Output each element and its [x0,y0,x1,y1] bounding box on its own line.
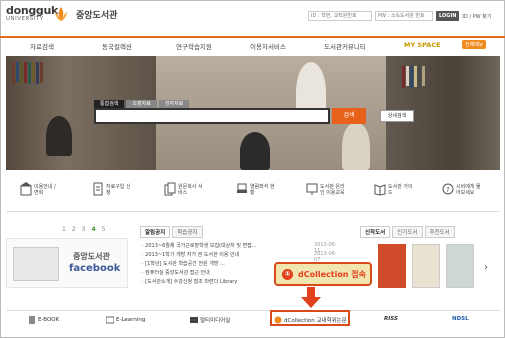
login-bar: ID : 학번, 교직원번호 PW : 소속도서관 번호 LOGIN ID / … [308,10,491,22]
callout-text: dCollection 접속 [298,270,367,279]
chat-icon: ? [442,183,454,195]
link-riss[interactable]: RISS [384,316,398,322]
quick-menu: 이용안내 / 면회 자료구입 신청 원문복사 서비스 열람좌석 현황 도서관 온… [6,176,500,212]
tab-study-notice[interactable]: 학습공지 [172,226,203,238]
ebook-icon [29,316,35,324]
page-4[interactable]: 4 [91,226,95,233]
book-row [12,62,43,84]
tab-integrated-search[interactable]: 통합검색 [94,100,125,108]
link-multimedia[interactable]: 멀티미디어실 [190,316,230,324]
facebook-banner-title: 중앙도서관 [73,252,110,261]
quick-item-copy[interactable]: 원문복사 서비스 [164,180,204,210]
quick-item-education[interactable]: 도서관 온라인 이용교육 [306,180,346,210]
library-name: 중앙도서관 [76,11,118,21]
book-tabs: 신작도서 인기도서 추천도서 [360,226,455,238]
tab-e-resources[interactable]: 전자자료 [158,100,190,108]
quick-item-purchase[interactable]: 자료구입 신청 [92,180,132,210]
link-ndsl[interactable]: NDSL [452,316,469,322]
nav-item-community[interactable]: 도서관커뮤니티 [324,41,366,51]
page-5[interactable]: 5 [102,226,106,233]
nav-item-collection[interactable]: 동국컬렉션 [102,41,132,51]
quick-item-library-guide[interactable]: 도서관 가이드 [374,180,414,210]
tab-notice[interactable]: 알림공지 [140,226,171,238]
find-id-pw-link[interactable]: ID / PW 찾기 [462,13,491,20]
quick-item-guide[interactable]: 이용안내 / 면회 [20,180,60,210]
nav-item-my-space[interactable]: MY SPACE [404,41,441,49]
page-2[interactable]: 2 [72,226,76,233]
lotus-logo-icon [55,7,67,21]
notice-tabs: 알림공지 학습공지 [140,226,203,238]
page-3[interactable]: 3 [82,226,86,233]
student-figure [240,132,270,170]
quick-item-seats[interactable]: 열람좌석 현황 [236,180,276,210]
tab-new-books[interactable]: 신작도서 [360,226,391,238]
tab-recommended-books[interactable]: 추천도서 [424,226,455,238]
password-input[interactable]: PW : 소속도서관 번호 [375,11,433,21]
logo-sub: UNIVERSITY [6,16,44,22]
link-elearning[interactable]: E-Learning [106,316,145,324]
svg-text:?: ? [446,186,450,194]
quick-links-bar: E-BOOK E-Learning 멀티미디어실 dCollection 교내학… [6,310,500,330]
seat-icon [237,183,247,193]
building-icon [20,182,32,196]
page-1[interactable]: 1 [62,226,66,233]
search-panel: 통합검색 소장자료 전자자료 검색 상세검색 [94,100,414,130]
monitor-icon [306,183,318,195]
dcollection-highlight-box [270,310,350,326]
copy-icon [164,182,176,196]
facebook-banner[interactable]: 중앙도서관 facebook [6,238,128,288]
multimedia-icon [190,317,198,323]
annotation-callout: ① dCollection 접속 [274,262,372,286]
book-cover[interactable] [378,244,406,288]
nav-item-services[interactable]: 이용자서비스 [250,41,286,51]
search-input[interactable] [94,108,330,124]
banner-pager: 1 2 3 4 5 [62,226,106,233]
document-icon [93,182,103,196]
id-input[interactable]: ID : 학번, 교직원번호 [308,11,372,21]
main-nav: 자료검색 동국컬렉션 연구학습지원 이용자서비스 도서관커뮤니티 MY SPAC… [0,36,505,52]
all-menu-button[interactable]: 전체메뉴 [462,40,487,49]
link-ebook[interactable]: E-BOOK [28,316,59,324]
nav-item-research[interactable]: 연구학습지원 [176,41,212,51]
login-button[interactable]: LOGIN [436,11,460,21]
tab-popular-books[interactable]: 인기도서 [392,226,423,238]
book-cover[interactable] [412,244,440,288]
site-logo[interactable]: dongguk UNIVERSITY 중앙도서관 [6,4,126,26]
nav-item-search[interactable]: 자료검색 [30,41,54,51]
list-item[interactable]: · 2013~6월체 국가근로장학생 모집(대상자 및 면접... 2013-06… [142,242,342,254]
search-button[interactable]: 검색 [332,108,366,124]
book-icon [374,184,386,196]
elearning-icon [106,316,114,324]
down-arrow-icon [301,287,321,308]
facebook-logo-text: facebook [69,263,121,274]
tab-holdings[interactable]: 소장자료 [126,100,157,108]
step-number: ① [282,269,293,280]
list-item[interactable]: · 2013~1학기 개방 자가 권 도서관 이용 안내 2013-06-07 [142,251,342,263]
facebook-screenshot [13,247,59,281]
student-figure [46,116,72,156]
advanced-search-button[interactable]: 상세검색 [380,110,414,122]
book-cover[interactable] [446,244,474,288]
quick-item-ask[interactable]: ? 시비에게 물어보세요 [442,180,482,210]
book-row [402,66,425,88]
next-arrow-icon[interactable]: › [484,262,488,273]
hero-banner: 통합검색 소장자료 전자자료 검색 상세검색 [6,56,500,170]
